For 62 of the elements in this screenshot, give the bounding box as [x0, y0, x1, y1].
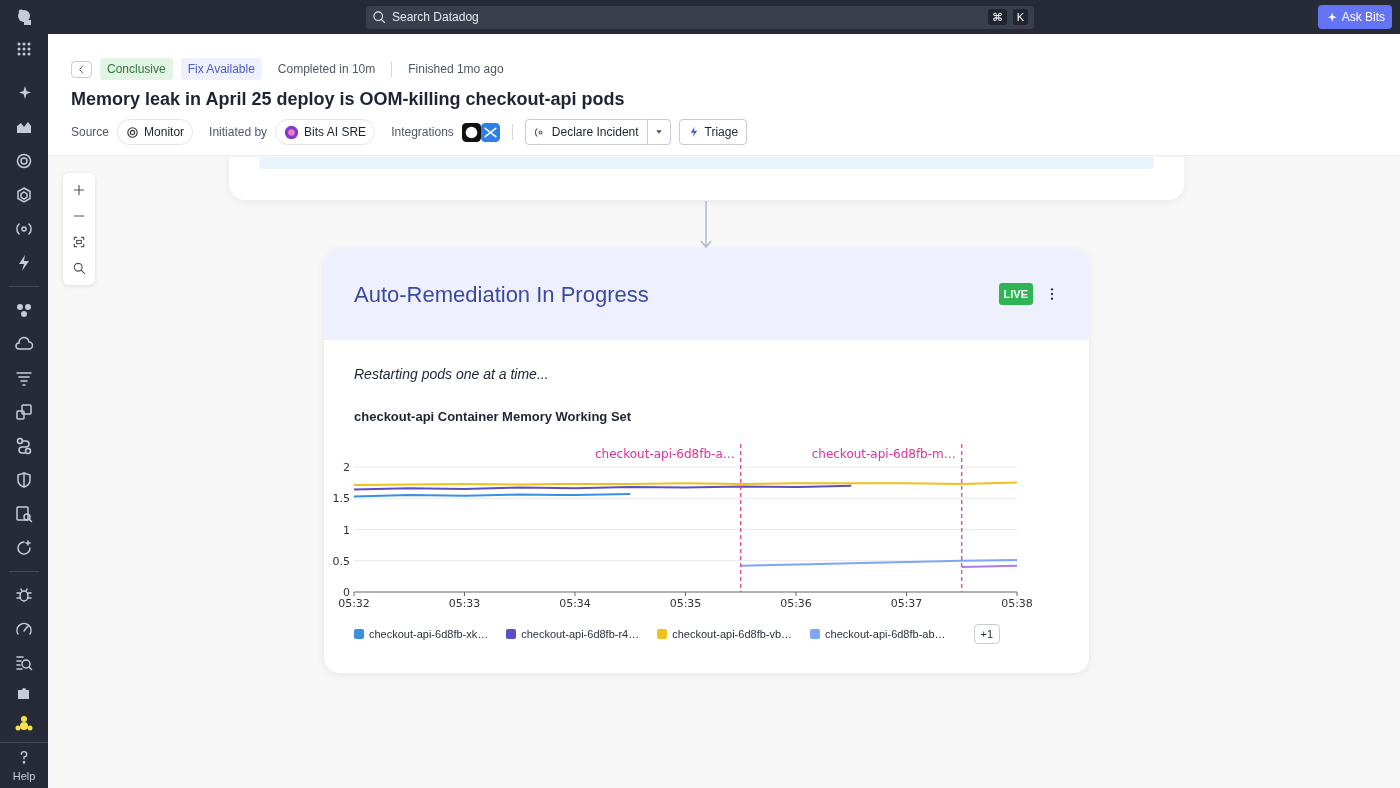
integrations-label: Integrations [391, 124, 454, 141]
bug-icon[interactable] [15, 585, 33, 604]
card-title: Auto-Remediation In Progress [354, 280, 650, 309]
path-icon[interactable] [15, 436, 33, 455]
axis-tick-label: 0 [343, 585, 350, 599]
legend-swatch [657, 628, 668, 639]
legend-swatch [354, 628, 364, 639]
axis-tick-label: 2 [343, 460, 350, 474]
axis-tick-label: 05:36 [780, 596, 812, 610]
status-tag: Fix Available [180, 58, 262, 80]
triage-button[interactable]: Triage [678, 119, 748, 145]
more-series-button[interactable]: +1 [973, 623, 1001, 644]
axis-tick-label: 1.5 [332, 491, 350, 505]
axis-tick-label: 05:33 [448, 596, 481, 610]
axis-tick-label: 05:32 [338, 596, 370, 610]
hexagon-icon[interactable] [15, 185, 33, 204]
connector-arrow [700, 201, 712, 249]
axis-tick-label: 1 [343, 523, 350, 536]
ask-button[interactable]: Ask Bits [1317, 5, 1392, 29]
search-box[interactable]: Search Datadog ⌘ K [366, 5, 1034, 29]
axis-tick-label: 05:37 [890, 596, 923, 610]
initiated-label: Initiated by [209, 124, 268, 141]
axis-tick-label: 0.5 [332, 554, 350, 568]
legend-label[interactable]: checkout-api-6d8fb-vb… [672, 625, 793, 642]
axis-tick-label: 05:34 [559, 596, 591, 610]
status-text: Restarting pods one at a time... [354, 365, 550, 384]
axis-tick-label: 05:38 [1001, 596, 1033, 610]
log-search-icon[interactable] [15, 504, 33, 523]
apps-grid-icon[interactable] [15, 40, 33, 58]
source-label: Source [71, 124, 110, 141]
legend-label[interactable]: checkout-api-6d8fb-r4… [521, 625, 640, 642]
layers-icon[interactable] [15, 402, 33, 421]
fit-view-icon[interactable] [72, 235, 86, 249]
zoom-in-icon[interactable] [72, 183, 86, 197]
help-label[interactable]: Help [12, 767, 36, 784]
declare-incident-button[interactable]: Declare Incident [524, 119, 648, 145]
refresh-icon[interactable] [15, 538, 33, 557]
annotation-label: checkout-api-6d8fb-a… [595, 446, 735, 461]
shortcut-key: ⌘ [987, 8, 1007, 26]
completed-text: Completed in 10m [277, 61, 376, 78]
integration-icon [480, 122, 500, 142]
cloud-icon[interactable] [15, 334, 33, 353]
avatar-icon[interactable] [284, 124, 300, 140]
search-icon[interactable] [372, 10, 386, 24]
annotation-label: checkout-api-6d8fb-m… [811, 446, 956, 461]
monitor-icon[interactable] [126, 125, 140, 139]
list-search-icon[interactable] [15, 653, 33, 672]
shield-icon[interactable] [15, 470, 33, 489]
status-tag: Conclusive [100, 58, 173, 80]
legend-label[interactable]: checkout-api-6d8fb-xk… [369, 625, 489, 642]
legend-swatch [810, 628, 821, 639]
axis-tick-label: 05:35 [669, 596, 702, 610]
page-title: Memory leak in April 25 deploy is OOM-killing checkout-api pods [71, 88, 626, 111]
live-badge: LIVE [998, 282, 1033, 306]
target-icon[interactable] [15, 151, 33, 170]
chart-title: checkout-api Container Memory Working Set [354, 408, 633, 426]
search-icon[interactable] [72, 261, 86, 275]
legend-swatch [506, 628, 517, 639]
search-field[interactable]: Search Datadog [392, 8, 982, 26]
shortcut-key: K [1012, 8, 1028, 26]
finished-text: Finished 1mo ago [408, 61, 504, 78]
legend-label[interactable]: checkout-api-6d8fb-ab… [825, 625, 946, 642]
